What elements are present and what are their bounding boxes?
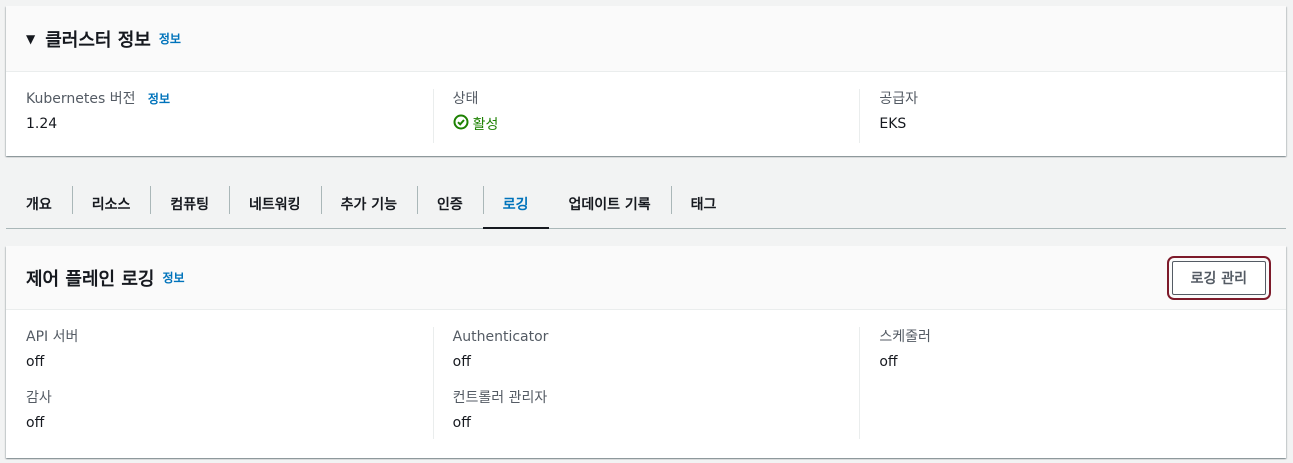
api-server-field: API 서버 off [26,327,413,372]
scheduler-field: 스케줄러 off [879,327,1266,372]
status-label: 상태 [452,91,479,107]
audit-label: 감사 [26,390,52,406]
api-server-label: API 서버 [26,329,79,345]
tab-resources[interactable]: 리소스 [71,180,151,228]
controller-manager-value: off [452,415,471,431]
authenticator-value: off [452,354,471,370]
logging-col-3: 스케줄러 off [859,327,1286,439]
controller-manager-label: 컨트롤러 관리자 [452,390,548,406]
tab-networking[interactable]: 네트워킹 [229,180,321,228]
control-plane-logging-card: 제어 플레인 로깅 정보 로깅 관리 API 서버 off 감사 off Aut… [6,246,1286,458]
kubernetes-version-label-row: Kubernetes 버전 정보 [26,89,413,109]
authenticator-field: Authenticator off [453,327,840,372]
tab-update-history[interactable]: 업데이트 기록 [549,180,671,228]
tab-logging[interactable]: 로깅 [482,180,549,229]
kubernetes-version-label: Kubernetes 버전 [26,91,136,107]
logging-col-1: API 서버 off 감사 off [6,327,433,439]
provider-label: 공급자 [879,91,918,107]
logging-header: 제어 플레인 로깅 정보 로깅 관리 [6,246,1286,310]
manage-logging-button[interactable]: 로깅 관리 [1166,255,1272,300]
controller-manager-field: 컨트롤러 관리자 off [453,388,840,433]
cluster-info-title[interactable]: 클러스터 정보 [45,26,151,52]
provider-value: EKS [879,116,907,132]
tab-add-ons[interactable]: 추가 기능 [320,180,417,228]
audit-value: off [26,415,45,431]
tab-authentication[interactable]: 인증 [416,180,483,228]
api-server-value: off [26,354,45,370]
cluster-info-info-link[interactable]: 정보 [159,30,181,47]
kubernetes-version-value: 1.24 [26,116,58,132]
tab-compute[interactable]: 컴퓨팅 [150,180,229,228]
cluster-info-card: ▼ 클러스터 정보 정보 Kubernetes 버전 정보 1.24 상태 활성… [6,6,1286,156]
logging-fields: API 서버 off 감사 off Authenticator off 컨트롤러… [6,327,1286,439]
tab-tags[interactable]: 태그 [670,180,737,228]
status-field: 상태 활성 [432,89,860,143]
cluster-info-header: ▼ 클러스터 정보 정보 [6,6,1286,72]
logging-info-link[interactable]: 정보 [162,269,184,286]
kubernetes-version-field: Kubernetes 버전 정보 1.24 [6,89,433,143]
authenticator-label: Authenticator [452,329,549,345]
caret-down-icon[interactable]: ▼ [26,32,35,46]
status-value: 활성 [453,114,840,136]
audit-field: 감사 off [26,388,413,433]
logging-title: 제어 플레인 로깅 [26,268,155,290]
scheduler-value: off [879,354,898,370]
cluster-tabs: 개요 리소스 컴퓨팅 네트워킹 추가 기능 인증 로깅 업데이트 기록 태그 [6,180,1286,229]
scheduler-label: 스케줄러 [879,329,931,345]
provider-field: 공급자 EKS [859,89,1286,143]
kubernetes-version-info-link[interactable]: 정보 [148,92,170,106]
cluster-info-fields: Kubernetes 버전 정보 1.24 상태 활성 공급자 EKS [6,89,1286,143]
status-text: 활성 [472,117,499,133]
logging-col-2: Authenticator off 컨트롤러 관리자 off [432,327,860,439]
check-circle-icon [453,114,469,136]
tab-overview[interactable]: 개요 [6,180,72,228]
